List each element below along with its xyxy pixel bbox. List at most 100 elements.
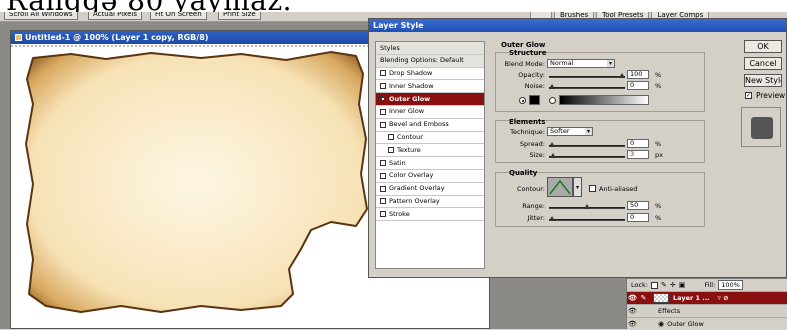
style-checkbox[interactable] [380, 96, 386, 103]
noise-label: Noise: [524, 82, 545, 90]
style-item-inner-glow[interactable]: Inner Glow [376, 106, 484, 119]
range-slider[interactable] [549, 204, 625, 209]
jitter-field[interactable]: 0 [627, 213, 649, 222]
banner-text: Ranggə 80 yaymaz. [6, 0, 292, 12]
style-checkbox[interactable] [380, 108, 386, 115]
style-item-label: Gradient Overlay [389, 184, 445, 193]
style-item-styles[interactable]: Styles [376, 42, 484, 55]
layer-effects-row[interactable]: 👁 Effects [627, 304, 787, 317]
size-unit: px [655, 151, 663, 159]
chevron-down-icon: ▾ [585, 128, 592, 135]
noise-field[interactable]: 0 [627, 81, 649, 90]
blend-mode-label: Blend Mode: [504, 60, 545, 68]
fill-label: Fill: [704, 281, 716, 289]
style-item-pattern-overlay[interactable]: Pattern Overlay [376, 196, 484, 209]
style-item-label: Contour [397, 133, 423, 142]
cancel-button[interactable]: Cancel [744, 57, 782, 70]
fill-field[interactable]: 100% [718, 280, 743, 290]
lock-brush-icon[interactable]: ✎ [661, 279, 667, 291]
chevron-down-icon[interactable]: ▾ [573, 177, 582, 197]
style-checkbox[interactable] [380, 172, 386, 179]
style-item-label: Satin [389, 158, 406, 167]
style-item-drop-shadow[interactable]: Drop Shadow [376, 68, 484, 81]
style-item-bevel-and-emboss[interactable]: Bevel and Emboss [376, 119, 484, 132]
contour-label: Contour: [516, 185, 545, 193]
spread-unit: % [655, 140, 662, 148]
style-checkbox[interactable] [388, 147, 394, 154]
eye-icon[interactable]: 👁 [627, 293, 638, 304]
opacity-field[interactable]: 100 [627, 70, 649, 79]
style-item-label: Stroke [389, 209, 410, 218]
preview-label: Preview [756, 91, 786, 100]
style-checkbox[interactable] [380, 198, 386, 205]
jitter-unit: % [655, 214, 662, 222]
range-field[interactable]: 50 [627, 201, 649, 210]
style-item-label: Pattern Overlay [389, 197, 440, 206]
gradient-radio[interactable] [549, 97, 556, 104]
spread-slider[interactable] [549, 142, 625, 147]
slider-thumb [549, 216, 555, 221]
style-checkbox[interactable] [380, 83, 386, 90]
eye-icon[interactable]: 👁 [627, 306, 638, 317]
layer-effect-row[interactable]: 👁 ◉ Outer Glow [627, 317, 787, 330]
fx-icon: ◉ [658, 320, 665, 328]
effect-label: Outer Glow [667, 320, 704, 328]
contour-picker[interactable] [547, 177, 573, 197]
effects-icon[interactable]: ▿ ⊘ [718, 294, 729, 302]
technique-label: Technique: [510, 128, 545, 136]
style-item-inner-shadow[interactable]: Inner Shadow [376, 80, 484, 94]
document-title: Untitled-1 @ 100% (Layer 1 copy, RGB/8) [25, 33, 209, 42]
size-label: Size: [529, 151, 545, 159]
preview-thumbnail [741, 107, 781, 147]
style-checkbox[interactable] [380, 121, 386, 128]
style-item-outer-glow[interactable]: Outer Glow [376, 93, 484, 106]
style-item-label: Styles [380, 43, 400, 52]
style-item-gradient-overlay[interactable]: Gradient Overlay [376, 183, 484, 196]
layer-name: Layer 1 ... [673, 294, 710, 302]
layer-row-selected[interactable]: 👁 ✎ Layer 1 ... ▿ ⊘ [627, 291, 787, 304]
opacity-slider[interactable] [549, 73, 625, 78]
style-checkbox[interactable] [380, 185, 386, 192]
style-item-label: Bevel and Emboss [389, 120, 449, 129]
glow-color-swatch[interactable] [529, 95, 540, 105]
style-item-satin[interactable]: Satin [376, 157, 484, 170]
style-item-texture[interactable]: Texture [376, 144, 484, 158]
lock-all-icon[interactable]: ▣ [679, 279, 686, 291]
lock-move-icon[interactable]: ✛ [670, 279, 676, 291]
jitter-slider[interactable] [549, 216, 625, 221]
style-item-contour[interactable]: Contour [376, 132, 484, 145]
preview-checkbox[interactable]: ✓ [745, 92, 752, 99]
eye-icon[interactable]: 👁 [627, 319, 638, 330]
layer-thumbnail [653, 293, 669, 303]
slider-thumb [550, 153, 557, 158]
style-checkbox[interactable] [380, 70, 386, 77]
elements-heading: Elements [509, 118, 546, 126]
style-checkbox[interactable] [388, 134, 394, 141]
contour-curve-icon [549, 179, 571, 195]
noise-slider[interactable] [549, 84, 625, 89]
lock-row: Lock: ✎ ✛ ▣ Fill: 100% [627, 279, 787, 291]
size-field[interactable]: 3 [627, 150, 649, 159]
glow-gradient-picker[interactable] [559, 95, 649, 105]
spread-field[interactable]: 0 [627, 139, 649, 148]
size-slider[interactable] [549, 153, 625, 158]
blend-mode-select[interactable]: Normal [547, 59, 615, 68]
structure-heading: Structure [509, 49, 547, 57]
anti-aliased-checkbox[interactable] [589, 185, 596, 192]
style-checkbox[interactable] [380, 211, 386, 218]
spread-label: Spread: [519, 140, 545, 148]
dialog-title[interactable]: Layer Style [369, 19, 786, 32]
style-item-label: Outer Glow [389, 94, 431, 103]
slider-thumb [584, 204, 590, 209]
color-radio[interactable] [519, 97, 526, 104]
style-item-blending-options-default[interactable]: Blending Options: Default [376, 54, 484, 68]
style-item-color-overlay[interactable]: Color Overlay [376, 170, 484, 183]
style-checkbox[interactable] [380, 160, 386, 167]
style-item-stroke[interactable]: Stroke [376, 208, 484, 222]
jitter-label: Jitter: [527, 214, 545, 222]
ok-button[interactable]: OK [744, 40, 782, 53]
new-style-button[interactable]: New Style... [744, 74, 782, 87]
lock-transparency-icon[interactable] [651, 281, 659, 289]
document-icon [15, 34, 22, 41]
effects-label: Effects [658, 307, 681, 315]
